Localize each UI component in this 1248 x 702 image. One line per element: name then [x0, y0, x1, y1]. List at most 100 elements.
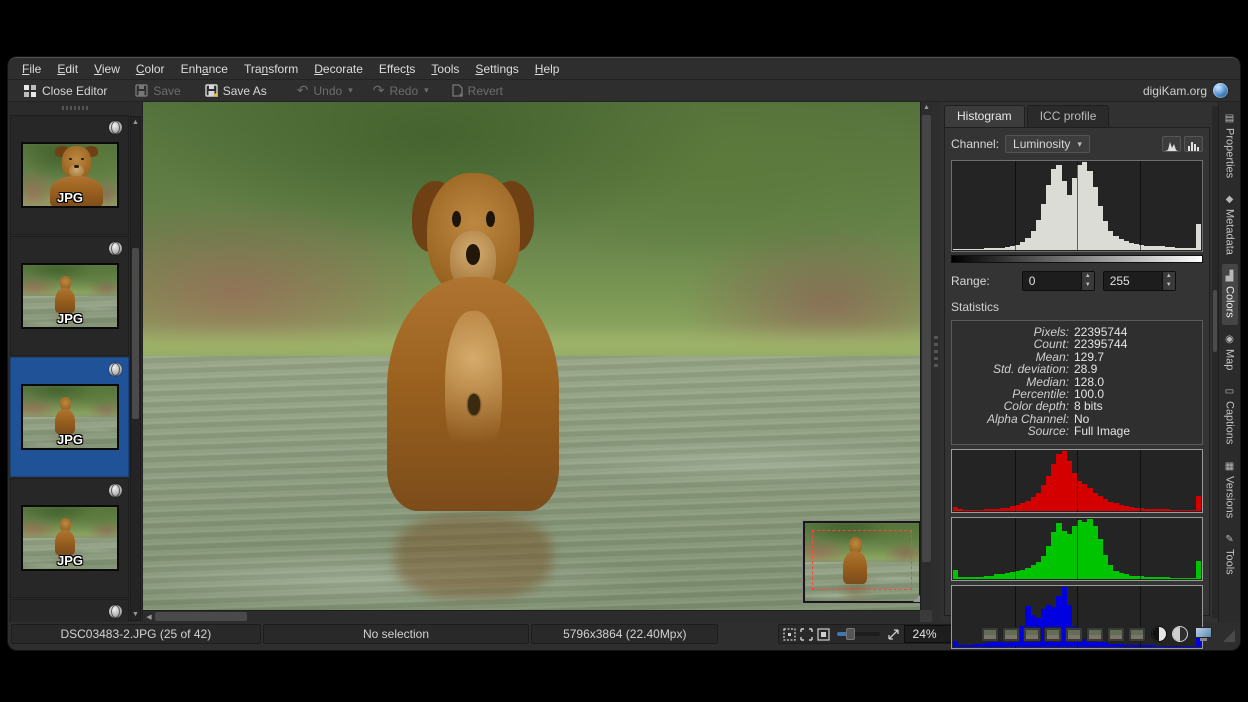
fit-window-icon — [800, 628, 813, 641]
close-editor-button[interactable]: Close Editor — [16, 83, 114, 99]
zoom-slider[interactable] — [837, 632, 879, 636]
luminosity-gradient-bar — [951, 255, 1203, 263]
side-tab-properties[interactable]: ▤Properties — [1222, 106, 1238, 185]
save-icon — [135, 84, 148, 97]
thumbnail-item-3[interactable]: JPG — [10, 357, 129, 477]
save-label: Save — [153, 84, 180, 98]
chevron-down-icon: ▾ — [1077, 139, 1082, 150]
geolocation-globe-icon — [109, 483, 122, 497]
preview-mode-button-4[interactable] — [1044, 627, 1062, 642]
digikam-globe-icon[interactable] — [1213, 83, 1228, 98]
zoom-percentage[interactable]: 24% — [904, 625, 954, 643]
pan-navigation-overlay[interactable] — [802, 520, 922, 604]
editor-canvas[interactable]: ▲ ◀ — [143, 102, 932, 622]
range-label: Range: — [951, 274, 990, 288]
range-max-input[interactable] — [1104, 272, 1162, 290]
menu-item-transform[interactable]: Transform — [236, 60, 306, 78]
save-as-label: Save As — [223, 84, 267, 98]
undo-dropdown-caret[interactable]: ▾ — [348, 85, 353, 96]
menu-item-file[interactable]: File — [14, 60, 49, 78]
scroll-up-icon[interactable]: ▲ — [921, 102, 932, 114]
canvas-vertical-scrollbar[interactable]: ▲ — [920, 102, 932, 610]
channel-value: Luminosity — [1013, 137, 1070, 151]
side-tab-map[interactable]: ◉Map — [1222, 327, 1238, 377]
range-min-input[interactable] — [1023, 272, 1081, 290]
revert-button[interactable]: Revert — [444, 83, 510, 99]
fit-window-button[interactable] — [800, 627, 813, 641]
digikam-editor-window: FileEditViewColorEnhanceTransformDecorat… — [8, 57, 1240, 650]
range-max-spinbox[interactable]: ▲▼ — [1103, 271, 1176, 291]
logarithmic-scale-button[interactable] — [1184, 136, 1203, 152]
preview-mode-button-2[interactable] — [1002, 627, 1020, 642]
overexposure-indicator-button[interactable] — [1172, 626, 1188, 642]
thumbnail-item-2[interactable]: JPG — [10, 236, 129, 356]
zoom-fit-button[interactable] — [887, 627, 900, 641]
visible-region-rect[interactable] — [812, 530, 912, 590]
preview-mode-button-3[interactable] — [1023, 627, 1041, 642]
thumbnail-item-4[interactable]: JPG — [10, 478, 129, 598]
geolocation-globe-icon — [109, 604, 122, 618]
menu-item-view[interactable]: View — [86, 60, 128, 78]
save-button[interactable]: Save — [128, 83, 187, 99]
preview-mode-button-7[interactable] — [1107, 627, 1125, 642]
side-tab-colors[interactable]: ▟Colors — [1222, 264, 1238, 325]
menu-item-edit[interactable]: Edit — [49, 60, 86, 78]
canvas-horizontal-scrollbar[interactable]: ◀ — [143, 610, 920, 622]
linear-scale-button[interactable] — [1162, 136, 1181, 152]
menu-item-enhance[interactable]: Enhance — [173, 60, 236, 78]
tools-icon: ✎ — [1225, 534, 1233, 545]
menu-item-settings[interactable]: Settings — [467, 60, 526, 78]
undo-button[interactable]: ↶ Undo ▾ — [290, 81, 360, 100]
properties-icon: ▤ — [1225, 113, 1234, 124]
preview-mode-button-1[interactable] — [981, 627, 999, 642]
overlay-resize-grip[interactable] — [913, 595, 920, 602]
redo-button[interactable]: ↷ Redo ▾ — [366, 81, 436, 100]
captions-icon: ▭ — [1225, 386, 1234, 397]
vertical-scrollbar-thumb[interactable] — [922, 115, 931, 562]
channel-select[interactable]: Luminosity ▾ — [1005, 135, 1090, 153]
side-tab-captions[interactable]: ▭Captions — [1222, 379, 1238, 451]
tab-histogram[interactable]: Histogram — [944, 105, 1025, 127]
thumbbar-drag-handle[interactable] — [62, 106, 88, 110]
thumbbar-scrollbar-thumb[interactable] — [132, 248, 139, 419]
side-tab-tools[interactable]: ✎Tools — [1222, 527, 1238, 582]
zoom-slider-knob[interactable] — [846, 628, 855, 640]
revert-label: Revert — [468, 84, 503, 98]
branding-label: digiKam.org — [1143, 84, 1207, 98]
save-as-button[interactable]: Save As — [198, 83, 274, 99]
color-managed-view-button[interactable] — [1195, 627, 1212, 642]
preview-mode-button-8[interactable] — [1128, 627, 1146, 642]
fit-selection-button[interactable] — [783, 627, 796, 641]
scroll-left-icon[interactable]: ◀ — [143, 613, 155, 621]
menu-item-tools[interactable]: Tools — [423, 60, 467, 78]
luminosity-histogram[interactable] — [951, 160, 1203, 252]
menu-item-effects[interactable]: Effects — [371, 60, 423, 78]
preview-mode-button-5[interactable] — [1065, 627, 1083, 642]
undo-icon: ↶ — [297, 82, 309, 99]
side-tab-metadata[interactable]: ◆Metadata — [1222, 187, 1238, 262]
scroll-up-icon[interactable]: ▲ — [131, 117, 140, 128]
side-tab-versions[interactable]: ▦Versions — [1222, 454, 1238, 525]
zoom-100-button[interactable] — [817, 627, 830, 641]
panel-splitter[interactable] — [932, 102, 940, 622]
thumbnail-item-1[interactable]: JPG — [10, 115, 129, 235]
menu-item-color[interactable]: Color — [128, 60, 173, 78]
range-min-spinbox[interactable]: ▲▼ — [1022, 271, 1095, 291]
menu-item-help[interactable]: Help — [527, 60, 568, 78]
thumbbar-scrollbar[interactable]: ▲ ▼ — [130, 116, 141, 621]
close-editor-label: Close Editor — [42, 84, 107, 98]
underexposure-indicator-button[interactable] — [1151, 626, 1167, 642]
preview-mode-button-6[interactable] — [1086, 627, 1104, 642]
horizontal-scrollbar-thumb[interactable] — [155, 612, 247, 621]
menu-item-decorate[interactable]: Decorate — [306, 60, 371, 78]
zoom-controls: 24% ▼ — [778, 624, 974, 644]
save-as-icon — [205, 84, 218, 97]
colors-icon: ▟ — [1226, 271, 1234, 282]
tab-icc-profile[interactable]: ICC profile — [1027, 105, 1110, 127]
redo-dropdown-caret[interactable]: ▾ — [424, 85, 429, 96]
format-badge: JPG — [23, 553, 117, 568]
thumbnail-item-5[interactable]: JPG — [10, 599, 129, 622]
scroll-down-icon[interactable]: ▼ — [131, 609, 140, 620]
panel-scrollbar[interactable] — [1212, 106, 1218, 618]
window-resize-grip[interactable] — [1219, 624, 1237, 644]
